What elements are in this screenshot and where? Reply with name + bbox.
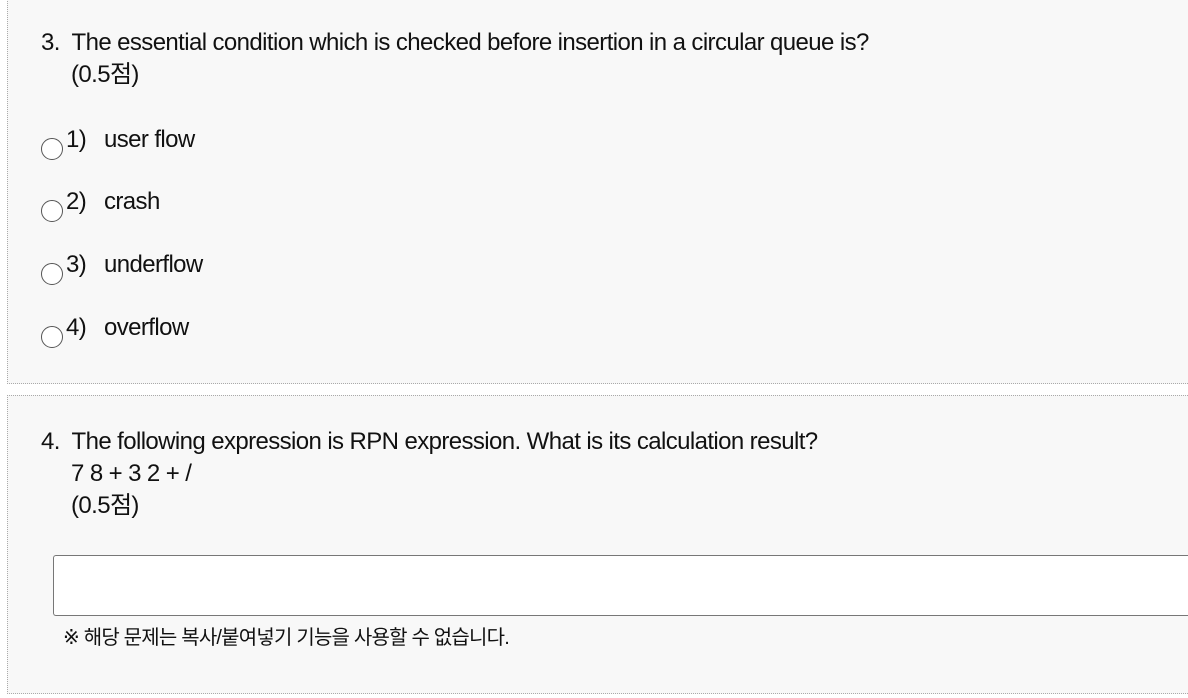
option-label: underflow [104,251,203,278]
question-4-card: 4. The following expression is RPN expre… [7,395,1188,694]
option-number: 4) [66,314,87,341]
copy-paste-notice: ※ 해당 문제는 복사/붙여넣기 기능을 사용할 수 없습니다. [63,627,510,649]
option-number: 1) [66,126,87,153]
option-label: overflow [104,314,189,341]
question-3-option-1[interactable]: 1) user flow [41,126,195,160]
radio-button[interactable] [41,263,63,285]
question-3-option-3[interactable]: 3) underflow [41,251,203,285]
radio-button[interactable] [41,326,63,348]
answer-input[interactable] [53,555,1188,616]
radio-button[interactable] [41,138,63,160]
question-4-points: (0.5점) [71,492,139,519]
question-3-card: 3. The essential condition which is chec… [7,0,1188,384]
question-4-text: 4. The following expression is RPN expre… [41,426,818,522]
question-4-expression: 7 8 + 3 2 + / [71,460,192,487]
question-3-option-4[interactable]: 4) overflow [41,314,189,348]
option-number: 3) [66,251,87,278]
option-number: 2) [66,188,87,215]
radio-button[interactable] [41,200,63,222]
question-4-title: 4. The following expression is RPN expre… [41,428,818,455]
option-label: crash [104,188,160,215]
question-3-option-2[interactable]: 2) crash [41,188,160,222]
option-label: user flow [104,126,195,153]
question-3-title: 3. The essential condition which is chec… [41,29,869,56]
question-3-text: 3. The essential condition which is chec… [41,27,869,91]
question-3-points: (0.5점) [71,61,139,88]
